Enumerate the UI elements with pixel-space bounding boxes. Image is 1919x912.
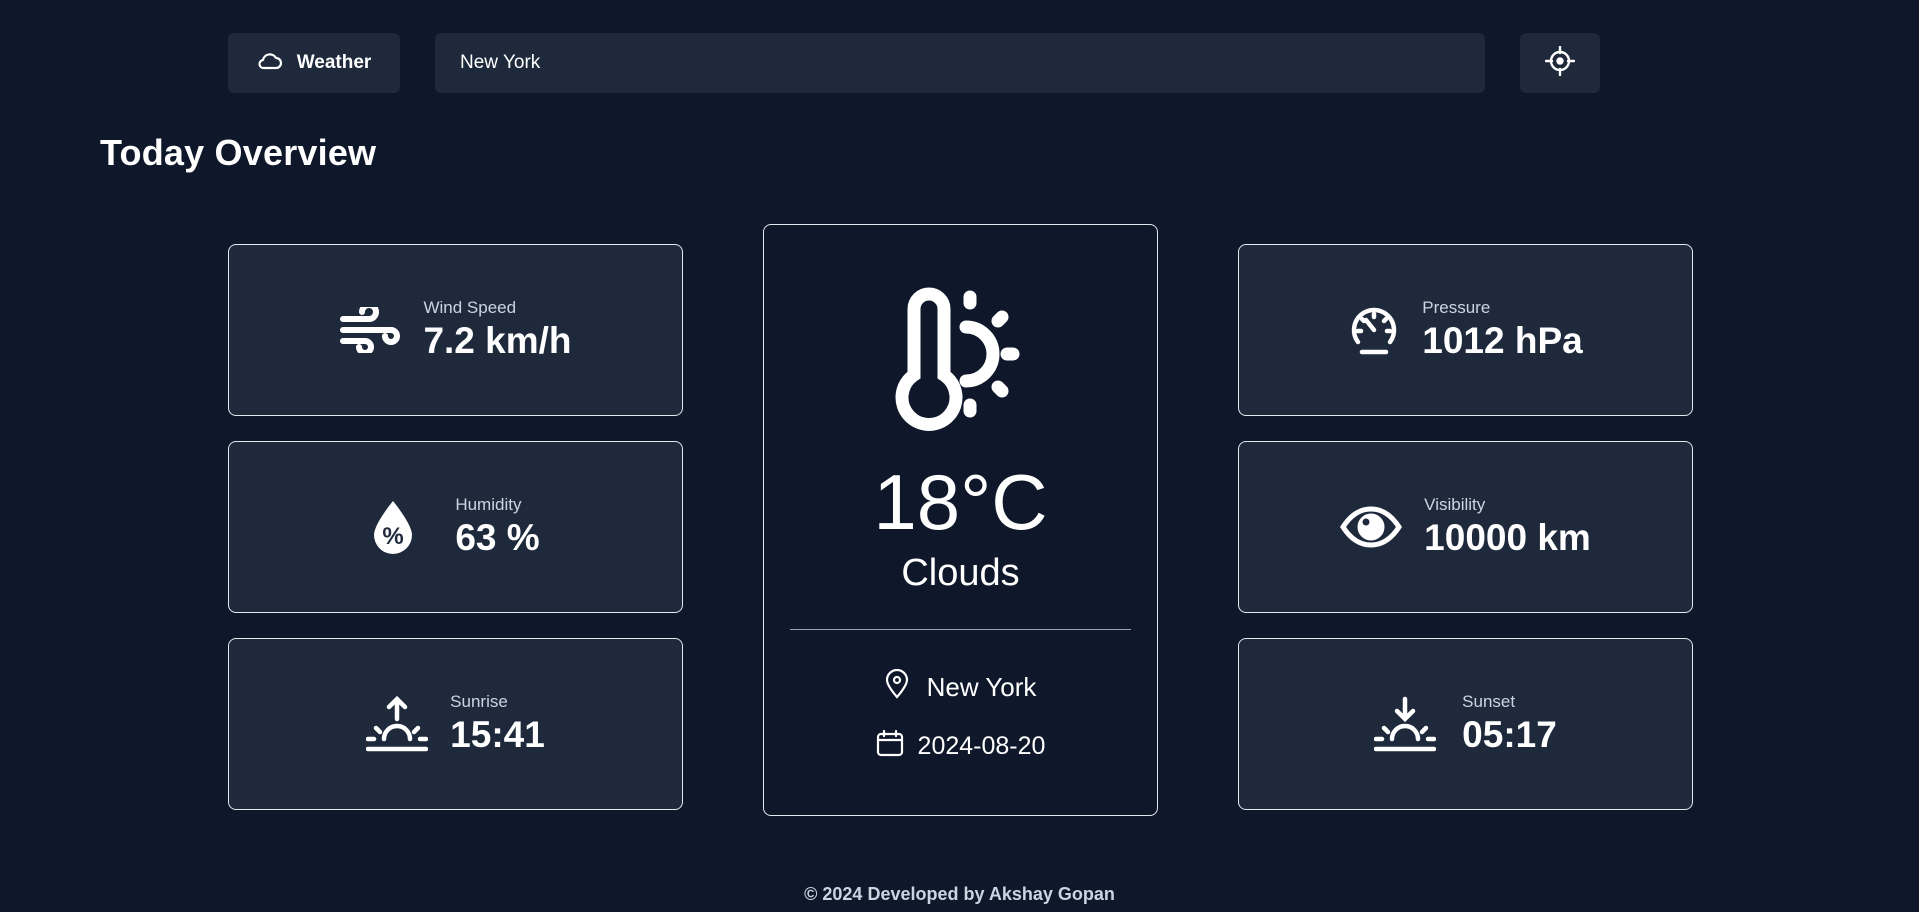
cloud-icon [257, 51, 283, 76]
sunrise-value: 15:41 [450, 714, 545, 755]
humidity-label: Humidity [455, 495, 522, 514]
pressure-card: Pressure 1012 hPa [1238, 244, 1693, 416]
current-date: 2024-08-20 [917, 732, 1046, 760]
current-weather-card: 18°C Clouds New York 2024-08-20 [763, 224, 1158, 816]
weather-condition: Clouds [901, 552, 1020, 594]
eye-icon [1340, 506, 1403, 548]
sunset-label: Sunset [1462, 692, 1516, 711]
visibility-label: Visibility [1424, 495, 1486, 514]
date-row: 2024-08-20 [764, 729, 1157, 764]
calendar-icon [876, 729, 904, 764]
location-name: New York [926, 672, 1037, 702]
pressure-label: Pressure [1422, 298, 1491, 317]
wind-speed-card: Wind Speed 7.2 km/h [228, 244, 683, 416]
sunrise-icon [366, 695, 429, 753]
wind-speed-value: 7.2 km/h [423, 320, 572, 361]
crosshair-icon [1544, 45, 1576, 81]
visibility-value: 10000 km [1424, 517, 1591, 558]
wind-icon [339, 307, 401, 353]
humidity-value: 63 % [455, 517, 540, 558]
location-row: New York [764, 668, 1157, 706]
page-title: Today Overview [100, 132, 377, 173]
gauge-icon [1348, 304, 1400, 356]
weather-brand-button[interactable]: Weather [228, 33, 400, 93]
sunrise-label: Sunrise [450, 692, 508, 711]
sunset-icon [1374, 695, 1437, 753]
current-location-button[interactable] [1520, 33, 1600, 93]
map-pin-icon [885, 668, 909, 706]
sunrise-card: Sunrise 15:41 [228, 638, 683, 810]
pressure-value: 1012 hPa [1422, 320, 1583, 361]
humidity-card: % Humidity 63 % [228, 441, 683, 613]
temperature-value: 18°C [873, 458, 1048, 546]
sunset-value: 05:17 [1462, 714, 1557, 755]
weather-app: Weather Today Overview Wind Speed [0, 0, 1919, 912]
svg-text:%: % [383, 523, 404, 550]
city-search-input[interactable] [435, 33, 1485, 93]
sunset-card: Sunset 05:17 [1238, 638, 1693, 810]
divider [790, 629, 1131, 630]
humidity-drop-icon: % [371, 499, 415, 555]
footer-credit: © 2024 Developed by Akshay Gopan [804, 884, 1115, 904]
visibility-card: Visibility 10000 km [1238, 441, 1693, 613]
brand-label: Weather [296, 52, 372, 73]
wind-speed-label: Wind Speed [423, 298, 517, 317]
thermometer-sun-icon [884, 287, 1034, 442]
